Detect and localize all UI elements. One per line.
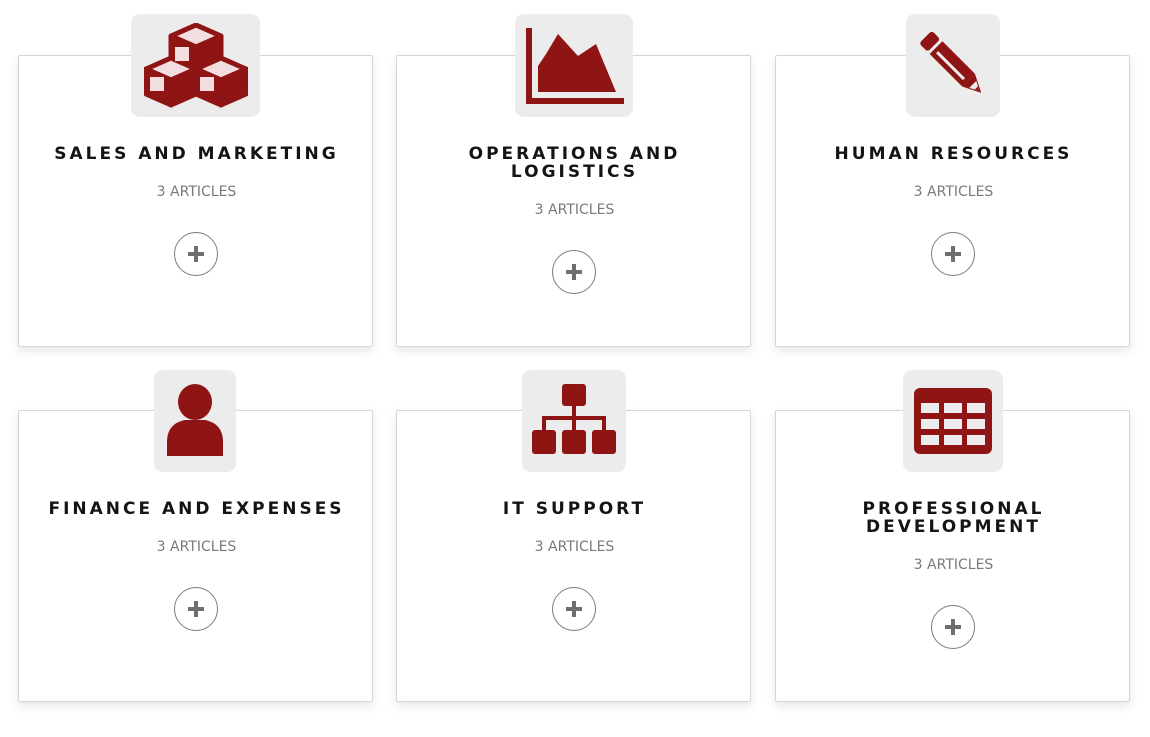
pencil-icon <box>920 31 982 93</box>
expand-button[interactable] <box>552 250 596 294</box>
card-title: IT SUPPORT <box>502 499 647 519</box>
category-icon-box <box>903 370 1003 472</box>
article-count: 3 ARTICLES <box>534 202 615 218</box>
plus-icon <box>566 264 582 280</box>
table-icon <box>914 388 992 454</box>
article-count: 3 ARTICLES <box>913 184 994 200</box>
user-icon <box>167 384 223 456</box>
article-count: 3 ARTICLES <box>156 184 237 200</box>
category-icon-box <box>131 14 260 117</box>
sitemap-icon <box>532 384 616 454</box>
expand-button[interactable] <box>174 587 218 631</box>
plus-icon <box>566 601 582 617</box>
cubes-icon <box>143 22 248 107</box>
category-icon-box <box>515 14 633 117</box>
category-icon-box <box>906 14 1000 117</box>
card-title: FINANCE AND EXPENSES <box>48 499 345 519</box>
article-count: 3 ARTICLES <box>913 557 994 573</box>
plus-icon <box>188 601 204 617</box>
expand-button[interactable] <box>552 587 596 631</box>
card-title: OPERATIONS AND LOGISTICS <box>468 144 681 182</box>
category-icon-box <box>522 370 626 472</box>
plus-icon <box>188 246 204 262</box>
category-icon-box <box>154 370 236 472</box>
card-title: PROFESSIONAL DEVELOPMENT <box>862 499 1045 537</box>
article-count: 3 ARTICLES <box>156 539 237 555</box>
article-count: 3 ARTICLES <box>534 539 615 555</box>
expand-button[interactable] <box>931 605 975 649</box>
card-title: HUMAN RESOURCES <box>834 144 1073 164</box>
plus-icon <box>945 619 961 635</box>
expand-button[interactable] <box>931 232 975 276</box>
plus-icon <box>945 246 961 262</box>
area-chart-icon <box>526 27 624 104</box>
expand-button[interactable] <box>174 232 218 276</box>
card-title: SALES AND MARKETING <box>54 144 339 164</box>
